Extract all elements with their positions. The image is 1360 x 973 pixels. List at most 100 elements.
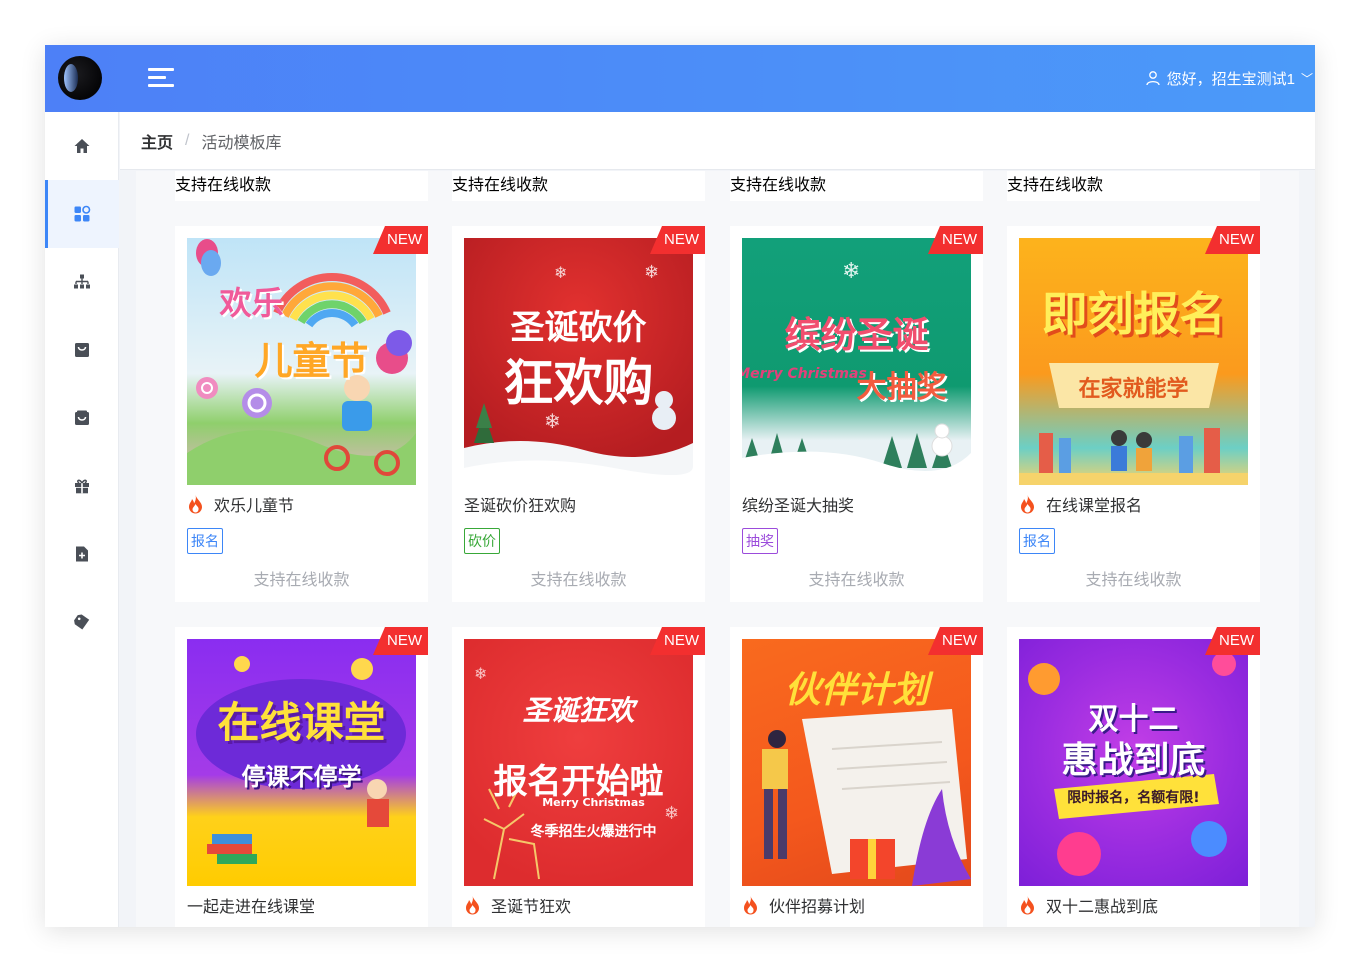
snowflake-icon: ❄ xyxy=(644,262,659,283)
template-title-row: 欢乐儿童节 xyxy=(187,492,294,516)
template-card[interactable]: 双十二 惠战到底 限时报名，名额有限! NEW 双十二惠战到底 xyxy=(1007,627,1260,927)
template-card-partial[interactable]: 支持在线收款 xyxy=(452,171,705,201)
poster-headline: 圣诞狂欢 xyxy=(522,694,635,727)
poster-headline: 狂欢购 xyxy=(503,354,654,412)
menu-toggle-icon[interactable] xyxy=(148,67,174,89)
snowflake-icon: ❄ xyxy=(842,259,860,284)
template-title: 缤纷圣诞大抽奖 xyxy=(742,498,855,515)
poster-headline: 儿童节 xyxy=(254,339,369,383)
breadcrumb-home[interactable]: 主页 xyxy=(141,129,173,153)
template-card[interactable]: 即刻报名 在家就能学 NEW 在线课堂报名 报名 支持在线收款 xyxy=(1007,226,1260,602)
template-card[interactable]: 伙伴计划 NEW 伙伴招募计划 xyxy=(730,627,983,927)
template-title: 双十二惠战到底 xyxy=(1046,899,1159,916)
template-thumbnail[interactable]: ❄ ❄ 圣诞狂欢 报名开始啦 Merry Christmas 冬季招生火爆进行中 xyxy=(464,639,693,886)
sidebar-item-home[interactable] xyxy=(45,112,119,180)
snowflake-icon: ❄ xyxy=(554,263,567,282)
template-title: 圣诞节狂欢 xyxy=(491,899,572,916)
template-title-row: 圣诞节狂欢 xyxy=(464,893,571,917)
fire-icon xyxy=(1021,494,1034,513)
fire-icon xyxy=(744,895,757,914)
template-card[interactable]: 在线课堂 停课不停学 NEW 一起走进在线课堂 xyxy=(175,627,428,927)
sidebar-item-gifts[interactable] xyxy=(45,452,119,520)
new-badge: NEW xyxy=(1205,627,1260,655)
poster-headline: 惠战到底 xyxy=(1061,740,1206,781)
breadcrumb: 主页 / 活动模板库 xyxy=(120,112,1315,170)
new-badge: NEW xyxy=(650,627,705,655)
template-card-partial[interactable]: 支持在线收款 xyxy=(175,171,428,201)
template-card[interactable]: 欢乐 儿童节 NEW 欢乐儿童节 报名 支持在线收款 xyxy=(175,226,428,602)
poster-headline: 大抽奖 xyxy=(856,370,947,405)
new-badge: NEW xyxy=(373,627,428,655)
online-payment-note: 支持在线收款 xyxy=(175,175,272,194)
category-tag: 砍价 xyxy=(464,528,500,554)
new-badge: NEW xyxy=(373,226,428,254)
template-thumbnail[interactable]: 即刻报名 在家就能学 xyxy=(1019,238,1248,485)
new-badge: NEW xyxy=(1205,226,1260,254)
poster-headline: 缤纷圣诞 xyxy=(784,315,929,356)
poster-art xyxy=(1019,363,1248,485)
sidebar-item-shop[interactable] xyxy=(45,316,119,384)
online-payment-note: 支持在线收款 xyxy=(730,175,827,194)
shopping-bag-icon xyxy=(75,343,89,357)
template-title: 伙伴招募计划 xyxy=(769,899,866,916)
template-title-row: 在线课堂报名 xyxy=(1019,492,1142,516)
online-payment-note: 支持在线收款 xyxy=(530,572,627,589)
fire-icon xyxy=(466,895,479,914)
sidebar-item-organization[interactable] xyxy=(45,248,119,316)
snowflake-icon: ❄ xyxy=(474,664,487,683)
sidebar xyxy=(45,112,119,927)
template-card[interactable]: ❄ ❄ 圣诞狂欢 报名开始啦 Merry Christmas 冬季招生火爆进行中… xyxy=(452,627,705,927)
new-badge: NEW xyxy=(650,226,705,254)
sidebar-item-orders[interactable] xyxy=(45,384,119,452)
new-badge: NEW xyxy=(928,627,983,655)
template-thumbnail[interactable]: ❄ 缤纷圣诞 Merry Christmas 大抽奖 xyxy=(742,238,971,485)
breadcrumb-current: 活动模板库 xyxy=(201,134,282,152)
tag-icon xyxy=(74,614,90,630)
template-card-partial[interactable]: 支持在线收款 xyxy=(730,171,983,201)
dashboard-icon xyxy=(74,205,91,222)
template-card[interactable]: ❄ ❄ ❄ 圣诞砍价 狂欢购 NEW 圣诞砍价狂欢购 砍价 支持在线收款 xyxy=(452,226,705,602)
poster-headline: 欢乐 xyxy=(219,284,284,322)
template-title: 欢乐儿童节 xyxy=(214,498,295,515)
online-payment-note: 支持在线收款 xyxy=(452,175,549,194)
online-payment-note: 支持在线收款 xyxy=(1007,175,1104,194)
template-card[interactable]: ❄ 缤纷圣诞 Merry Christmas 大抽奖 NEW 缤纷圣诞大抽奖 抽… xyxy=(730,226,983,602)
user-greeting: 您好，招生宝测试1 xyxy=(1166,70,1295,88)
online-payment-note: 支持在线收款 xyxy=(253,572,350,589)
template-title-row: 圣诞砍价狂欢购 xyxy=(464,492,576,516)
template-title: 一起走进在线课堂 xyxy=(187,899,316,916)
template-title-row: 双十二惠战到底 xyxy=(1019,893,1158,917)
add-document-icon xyxy=(76,546,88,562)
fire-icon xyxy=(189,494,202,513)
orders-icon xyxy=(75,410,89,425)
breadcrumb-separator: / xyxy=(185,131,190,149)
poster-subline: 停课不停学 xyxy=(241,763,362,791)
sidebar-item-dashboard[interactable] xyxy=(45,180,119,248)
sidebar-item-new-page[interactable] xyxy=(45,520,119,588)
sidebar-item-coupons[interactable] xyxy=(45,588,119,656)
template-thumbnail[interactable]: 在线课堂 停课不停学 xyxy=(187,639,416,886)
category-tag: 抽奖 xyxy=(742,528,778,554)
top-bar: 您好，招生宝测试1 ﹀ xyxy=(45,45,1315,112)
template-title-row: 一起走进在线课堂 xyxy=(187,893,315,917)
template-thumbnail[interactable]: 双十二 惠战到底 限时报名，名额有限! xyxy=(1019,639,1248,886)
logo-avatar xyxy=(58,56,102,100)
poster-subline: 在家就能学 xyxy=(1078,377,1189,402)
template-card-partial[interactable]: 支持在线收款 xyxy=(1007,171,1260,201)
org-chart-icon xyxy=(74,274,90,289)
template-thumbnail[interactable]: 欢乐 儿童节 xyxy=(187,238,416,485)
template-title: 在线课堂报名 xyxy=(1046,498,1143,515)
chevron-down-icon: ﹀ xyxy=(1301,71,1314,86)
poster-subline: 限时报名，名额有限! xyxy=(1067,790,1200,806)
poster-subline: 冬季招生火爆进行中 xyxy=(530,824,657,840)
template-grid: 支持在线收款 支持在线收款 支持在线收款 支持在线收款 欢乐 儿童节 NEW 欢… xyxy=(136,171,1299,927)
gift-icon xyxy=(75,479,89,494)
user-menu[interactable]: 您好，招生宝测试1 ﹀ xyxy=(1145,67,1315,89)
category-tag: 报名 xyxy=(1019,528,1055,554)
template-title-row: 伙伴招募计划 xyxy=(742,893,865,917)
home-icon xyxy=(74,139,90,153)
template-thumbnail[interactable]: ❄ ❄ ❄ 圣诞砍价 狂欢购 xyxy=(464,238,693,485)
poster-headline: 伙伴计划 xyxy=(784,670,929,711)
template-thumbnail[interactable]: 伙伴计划 xyxy=(742,639,971,886)
template-title-row: 缤纷圣诞大抽奖 xyxy=(742,492,854,516)
